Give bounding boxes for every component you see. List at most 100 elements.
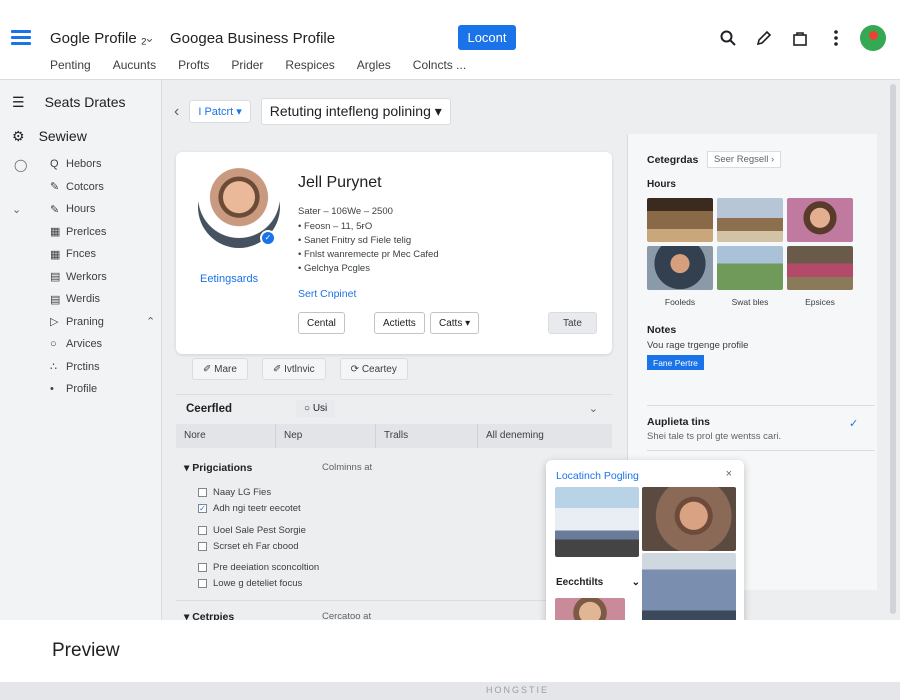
subnav-item[interactable]: Respices	[285, 58, 334, 72]
photo-caption-link[interactable]: Eetingsards	[200, 273, 258, 285]
app-switch-chevron-icon[interactable]: ⌄	[144, 30, 155, 46]
column-header[interactable]: All deneming	[478, 424, 612, 448]
checkbox-label: Uoel Sale Pest Sorgie	[213, 525, 306, 536]
hours-label: Hours	[647, 179, 676, 190]
sidebar-item[interactable]: ∴ Prctins	[12, 356, 160, 379]
filter-chip[interactable]: I Patcrt ▾	[189, 100, 251, 123]
column-header[interactable]: Tralls	[376, 424, 478, 448]
popup-dropdown[interactable]: Eecchtilts ⌄	[556, 577, 640, 588]
checkbox[interactable]	[198, 563, 207, 572]
profile-detail-line: • Gelchya Pcgles	[298, 263, 370, 274]
sub-navigation: Penting Aucunts Profts Prider Respices A…	[50, 58, 466, 72]
divider	[647, 405, 875, 406]
scrollbar[interactable]	[890, 84, 896, 614]
bottom-strip: HONGSTIE	[0, 682, 900, 700]
section-chip[interactable]: ○ Usi	[296, 400, 336, 417]
app-title[interactable]: Gogle Profile ₂	[50, 30, 147, 47]
sidebar-item[interactable]: ○ Arvices	[12, 333, 160, 356]
profile-link[interactable]: Sert Cnpinet	[298, 288, 356, 300]
subnav-item[interactable]: Colncts ...	[413, 58, 466, 72]
sidebar-item-label: Praning	[66, 315, 104, 328]
menu-icon[interactable]	[11, 30, 31, 46]
section-header[interactable]: Ceerfled ○ Usi ⌄	[176, 394, 612, 424]
notes-button[interactable]: Fane Pertre	[647, 355, 704, 370]
thumbnail-photo[interactable]	[717, 246, 783, 290]
checkbox[interactable]	[198, 526, 207, 535]
checkbox-item[interactable]: ✓ Adh ngi teetr eecotet	[198, 503, 301, 514]
sidebar-item[interactable]: Q Hebors	[12, 153, 160, 176]
sidebar: ☰ Seats Drates ⚙ Sewiew ◯ Q Hebors ✎ Cotco…	[0, 80, 162, 620]
account-avatar[interactable]	[860, 25, 886, 51]
checkbox-item[interactable]: Uoel Sale Pest Sorgie	[198, 525, 306, 536]
sidebar-heading[interactable]: ☰ Seats Drates	[12, 94, 126, 111]
subnav-item[interactable]: Profts	[178, 58, 209, 72]
sidebar-item[interactable]: ▤ Werdis	[12, 288, 160, 311]
secondary-button[interactable]: Tate	[548, 312, 597, 334]
subnav-item[interactable]: Penting	[50, 58, 91, 72]
checkbox-item[interactable]: Scrset eh Far cbood	[198, 541, 299, 552]
thumbnail-photo[interactable]	[787, 198, 853, 242]
thumbnail-photo[interactable]	[647, 246, 713, 290]
cats-dropdown-button[interactable]: Catts ▾	[430, 312, 480, 334]
verified-badge-icon: ✓	[260, 230, 276, 246]
sidebar-item[interactable]: ✎ Cotcors	[12, 176, 160, 199]
app-title-text: Gogle Profile	[50, 30, 137, 47]
sidebar-item-icon: ▤	[50, 293, 61, 306]
popup-photo-person[interactable]	[642, 487, 736, 551]
sidebar-item-label: Hebors	[66, 158, 102, 171]
primary-action-button[interactable]: Locont	[458, 25, 516, 50]
pen-icon[interactable]	[752, 25, 776, 51]
sidebar-list: Q Hebors ✎ Cotcors ⌄ ✎ Hours ▦ Prerlces ▦ Fnce…	[12, 153, 160, 401]
settings-icon: ⚙	[12, 128, 25, 144]
close-icon[interactable]: ×	[726, 468, 732, 480]
actions-button[interactable]: Actietts	[374, 312, 425, 334]
search-icon[interactable]	[716, 25, 740, 51]
checkbox-label: Lowe g deteliet focus	[213, 578, 303, 589]
invite-button[interactable]: ✐ Ivtlnvic	[261, 358, 326, 380]
checkbox-label: Scrset eh Far cbood	[213, 541, 299, 552]
thumbnail-caption: Epsices	[805, 297, 835, 307]
more-button[interactable]: ✐ Mare	[192, 358, 248, 380]
checkbox[interactable]	[198, 579, 207, 588]
checkbox-item[interactable]: Naay LG Fies	[198, 487, 271, 498]
thumbnail-photo[interactable]	[717, 198, 783, 242]
popup-title: Locatinch Pogling	[556, 470, 639, 482]
column-header[interactable]: Nep	[276, 424, 376, 448]
subnav-item[interactable]: Argles	[357, 58, 391, 72]
sidebar-item-label: Cotcors	[66, 180, 104, 193]
sidebar-item[interactable]: ⌄ ✎ Hours	[12, 198, 160, 221]
chevron-down-icon[interactable]: ⌄	[589, 402, 598, 415]
column-header[interactable]: Nore	[176, 424, 276, 448]
thumbnail-photo[interactable]	[787, 246, 853, 290]
sidebar-item[interactable]: ▤ Werkors	[12, 266, 160, 289]
check-icon[interactable]: ✓	[849, 417, 858, 430]
checkbox[interactable]	[198, 488, 207, 497]
popup-photo-bus[interactable]	[555, 487, 639, 557]
checkbox[interactable]	[198, 542, 207, 551]
thumbnail-photo[interactable]	[647, 198, 713, 242]
back-chevron-icon[interactable]: ‹	[174, 103, 179, 121]
checkbox-item[interactable]: Pre deeiation sconcoltion	[198, 562, 319, 573]
checkbox-checked[interactable]: ✓	[198, 504, 207, 513]
view-dropdown[interactable]: Retuting intefleng polining ▾	[260, 98, 451, 125]
contact-button[interactable]: Cental	[298, 312, 345, 334]
sidebar-item-label: Prerlces	[66, 225, 107, 238]
profile-name: Jell Purynet	[298, 174, 382, 191]
sidebar-item[interactable]: ▦ Fnces	[12, 243, 160, 266]
sidebar-section[interactable]: ⚙ Sewiew	[12, 128, 87, 145]
checkbox-item[interactable]: Lowe g deteliet focus	[198, 578, 302, 589]
sidebar-item-label: Fnces	[66, 248, 96, 261]
subnav-item[interactable]: Prider	[231, 58, 263, 72]
sidebar-item[interactable]: ▦ Prerlces	[12, 221, 160, 244]
sidebar-item[interactable]: ▷ Praning ⌃	[12, 311, 160, 334]
category-button[interactable]: ⟳ Ceartey	[339, 358, 408, 380]
sidebar-item-icon: Q	[50, 158, 59, 171]
group-title[interactable]: ▾ Prigciations	[184, 462, 252, 474]
more-vert-icon[interactable]	[824, 25, 848, 51]
notes-label: Notes	[647, 324, 677, 336]
categories-button[interactable]: Seer Regsell ›	[707, 151, 782, 168]
subnav-item[interactable]: Aucunts	[113, 58, 156, 72]
photo-grid: Fooleds Swat bles Epsices	[647, 198, 853, 309]
bag-icon[interactable]	[788, 25, 812, 51]
sidebar-item[interactable]: • Profile	[12, 378, 160, 401]
